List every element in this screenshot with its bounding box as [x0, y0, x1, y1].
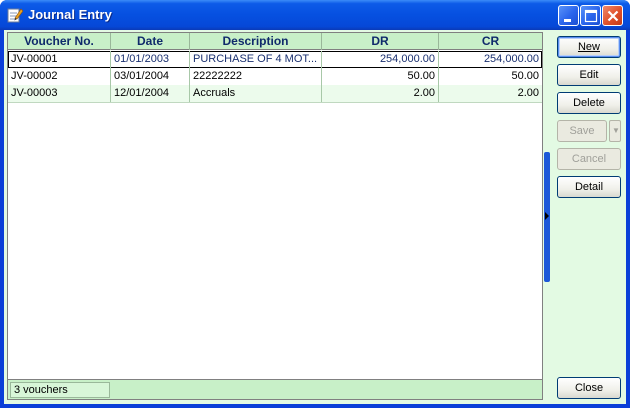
grid-footer: 3 vouchers — [8, 379, 542, 399]
window-client-area: Voucher No. Date Description DR CR JV-00… — [4, 30, 626, 404]
minimize-button[interactable] — [558, 5, 579, 26]
minimize-icon — [564, 19, 571, 22]
grid-header: Voucher No. Date Description DR CR — [8, 33, 542, 50]
save-dropdown-button[interactable]: ▼ — [609, 120, 621, 142]
window-title: Journal Entry — [28, 7, 112, 22]
new-button[interactable]: New — [557, 36, 621, 58]
row-divider — [8, 102, 542, 103]
cell-voucher-no: JV-00001 — [8, 51, 111, 68]
edit-button[interactable]: Edit — [557, 64, 621, 86]
column-header-date[interactable]: Date — [111, 33, 190, 50]
table-row[interactable]: JV-00002 03/01/2004 22222222 50.00 50.00 — [8, 68, 542, 85]
close-button[interactable]: Close — [557, 377, 621, 399]
cell-voucher-no: JV-00002 — [8, 68, 111, 85]
chevron-down-icon: ▼ — [612, 126, 620, 135]
delete-button[interactable]: Delete — [557, 92, 621, 114]
delete-button-label: Delete — [573, 97, 605, 109]
maximize-icon — [584, 9, 598, 23]
cell-dr: 254,000.00 — [322, 51, 439, 68]
cell-date: 12/01/2004 — [111, 85, 190, 102]
cell-description: 22222222 — [190, 68, 322, 85]
maximize-button[interactable] — [580, 5, 601, 26]
cancel-button-label: Cancel — [571, 153, 607, 165]
column-header-description[interactable]: Description — [190, 33, 322, 50]
column-header-voucher-no[interactable]: Voucher No. — [8, 33, 111, 50]
close-icon — [607, 10, 619, 22]
record-count-label: 3 vouchers — [10, 382, 110, 398]
detail-button[interactable]: Detail — [557, 176, 621, 198]
new-button-label: New — [577, 41, 600, 53]
chevron-right-icon[interactable] — [544, 211, 550, 221]
detail-button-label: Detail — [574, 181, 604, 193]
cell-cr: 254,000.00 — [483, 53, 539, 65]
voucher-grid[interactable]: Voucher No. Date Description DR CR JV-00… — [7, 32, 543, 400]
cell-cr: 50.00 — [511, 70, 539, 82]
table-row[interactable]: JV-00001 01/01/2003 PURCHASE OF 4 MOT...… — [8, 51, 542, 68]
close-button-label: Close — [574, 382, 604, 394]
journal-entry-window: Journal Entry Voucher No. Date Descripti… — [0, 0, 630, 408]
column-header-dr[interactable]: DR — [322, 33, 439, 50]
cancel-button[interactable]: Cancel — [557, 148, 621, 170]
edit-button-label: Edit — [579, 69, 599, 81]
title-bar[interactable]: Journal Entry — [0, 0, 630, 30]
cell-cr: 2.00 — [517, 87, 539, 99]
edit-document-icon — [7, 7, 24, 23]
cell-dr: 50.00 — [322, 68, 439, 85]
cell-date: 01/01/2003 — [111, 51, 190, 68]
save-button-label: Save — [569, 125, 595, 137]
save-button[interactable]: Save — [557, 120, 607, 142]
cell-dr: 2.00 — [322, 85, 439, 102]
table-row[interactable]: JV-00003 12/01/2004 Accruals 2.00 2.00 — [8, 85, 542, 102]
cell-voucher-no: JV-00003 — [8, 85, 111, 102]
close-window-button[interactable] — [602, 5, 623, 26]
cell-description: Accruals — [190, 85, 322, 102]
column-header-cr[interactable]: CR — [439, 33, 542, 50]
cell-description: PURCHASE OF 4 MOT... — [190, 51, 322, 68]
cell-date: 03/01/2004 — [111, 68, 190, 85]
